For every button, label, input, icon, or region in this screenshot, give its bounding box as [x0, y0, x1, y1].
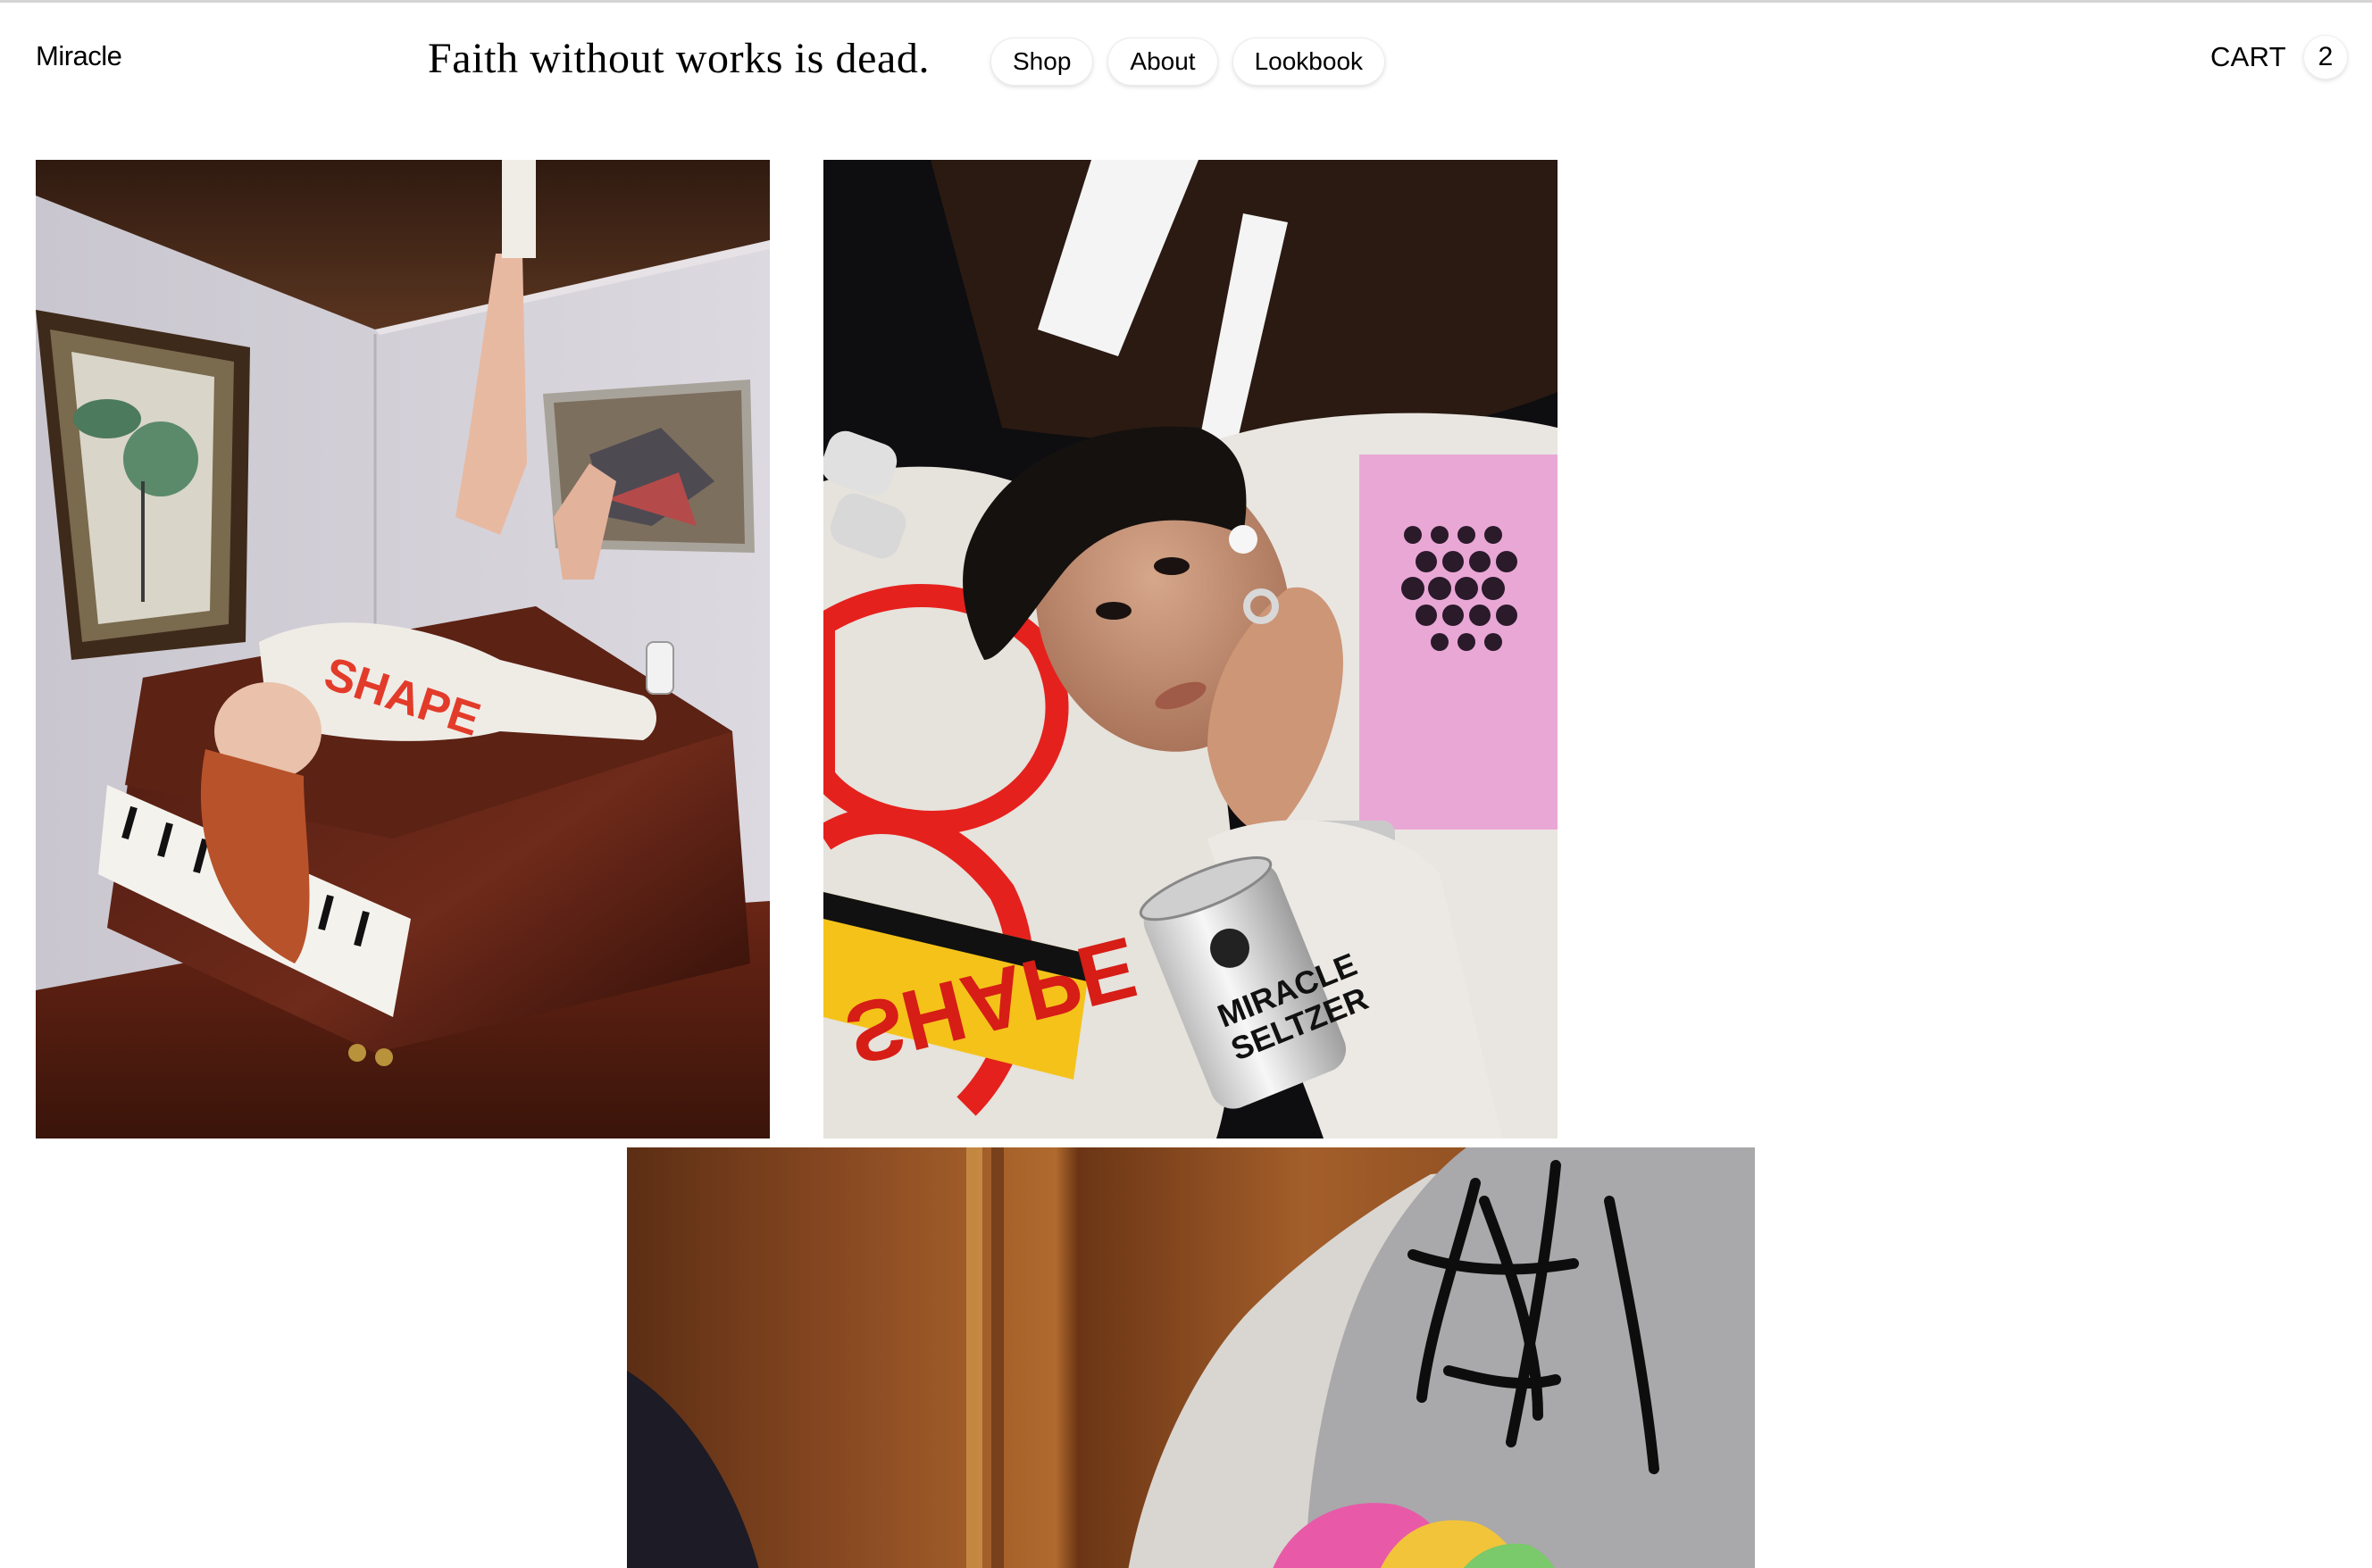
- lookbook-photo-piano[interactable]: SHAPE: [36, 160, 770, 1138]
- cart-label: CART: [2209, 41, 2286, 72]
- cart-button[interactable]: CART 2: [2210, 36, 2347, 79]
- cart-count-badge: 2: [2304, 36, 2347, 79]
- main-nav: Shop About Lookbook: [991, 38, 1385, 85]
- site-header: Miracle Faith without works is dead. Sho…: [0, 0, 2372, 125]
- brand-logo-link[interactable]: Miracle: [36, 40, 122, 72]
- lookbook-photo-tshirt-closeup[interactable]: [627, 1147, 1755, 1568]
- nav-about-button[interactable]: About: [1108, 38, 1217, 85]
- nav-lookbook-button[interactable]: Lookbook: [1232, 38, 1385, 85]
- photo-piano-illustration: SHAPE: [36, 160, 770, 1138]
- tagline: Faith without works is dead.: [428, 35, 931, 82]
- photo-seltzer-illustration: SHAPE MIRACLE SELTZER: [823, 160, 1558, 1138]
- lookbook-photo-seltzer[interactable]: SHAPE MIRACLE SELTZER: [823, 160, 1558, 1138]
- nav-shop-button[interactable]: Shop: [991, 38, 1093, 85]
- photo-tshirt-illustration: [627, 1147, 1755, 1568]
